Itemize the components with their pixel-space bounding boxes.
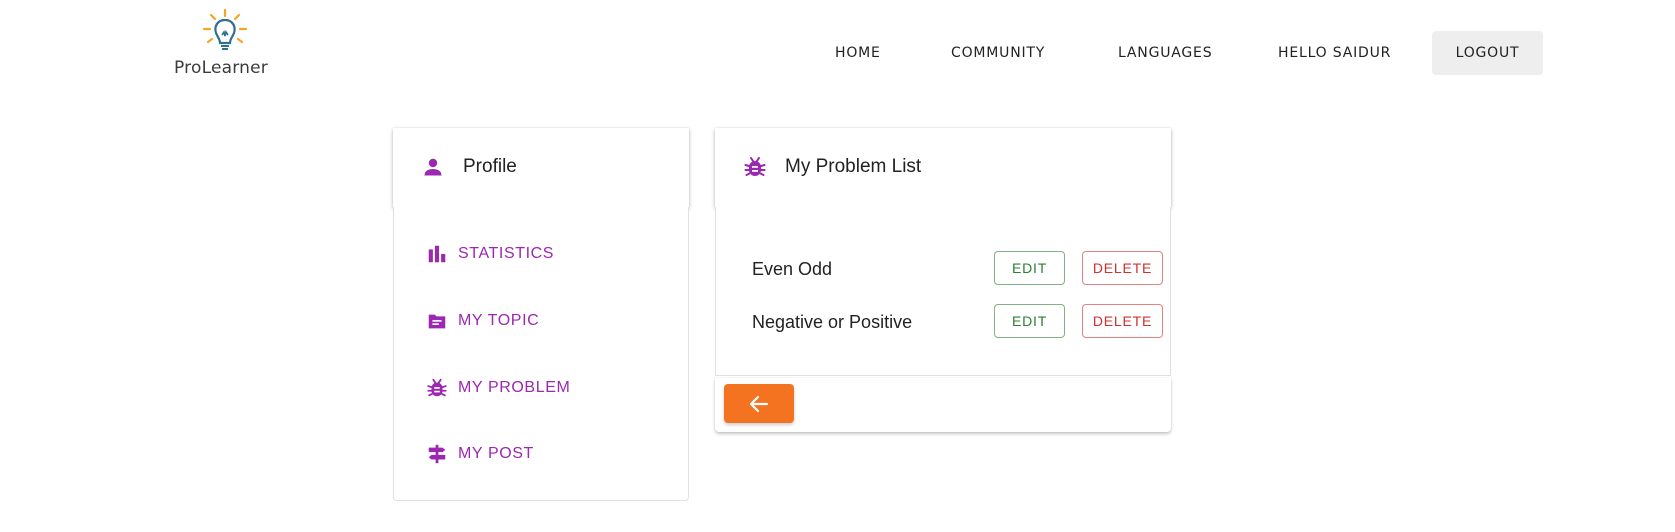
delete-button[interactable]: DELETE (1082, 251, 1163, 285)
problem-name: Even Odd (752, 259, 833, 279)
list-item: Even Odd EDIT DELETE (752, 251, 1172, 287)
nav-home[interactable]: HOME (835, 31, 881, 75)
bug-icon (427, 378, 447, 397)
edit-button[interactable]: EDIT (994, 304, 1065, 338)
back-button[interactable] (724, 384, 794, 423)
logout-button[interactable]: LOGOUT (1432, 31, 1543, 75)
top-nav: HOME COMMUNITY LANGUAGES HELLO SAIDUR LO… (0, 31, 1675, 75)
menu-item-statistics[interactable]: STATISTICS (426, 241, 554, 267)
signpost-icon (428, 444, 446, 464)
arrow-left-icon (749, 395, 769, 413)
problem-name: Negative or Positive (752, 312, 913, 332)
profile-card-header: Profile (393, 128, 689, 207)
delete-button[interactable]: DELETE (1082, 304, 1163, 338)
list-item: Negative or Positive EDIT DELETE (752, 304, 1172, 340)
profile-title: Profile (463, 156, 517, 177)
menu-item-my-post[interactable]: MY POST (426, 441, 534, 467)
menu-item-label: STATISTICS (458, 245, 555, 262)
menu-item-label: MY TOPIC (458, 312, 540, 329)
bug-icon (744, 157, 766, 176)
problem-list-title: My Problem List (785, 156, 922, 177)
bar-chart-icon (428, 245, 446, 263)
menu-item-label: MY POST (458, 445, 534, 462)
problem-list: Even Odd EDIT DELETE Negative or Positiv… (715, 207, 1171, 376)
nav-languages[interactable]: LANGUAGES (1118, 31, 1212, 75)
menu-item-my-problem[interactable]: MY PROBLEM (426, 375, 570, 401)
menu-item-label: MY PROBLEM (458, 379, 571, 396)
menu-item-my-topic[interactable]: MY TOPIC (426, 308, 539, 334)
problem-list-footer (715, 378, 1171, 432)
problem-list-header: My Problem List (715, 128, 1171, 207)
folder-icon (428, 314, 446, 329)
profile-menu: STATISTICS MY TOPIC MY PROBLEM MY POST (393, 207, 689, 501)
edit-button[interactable]: EDIT (994, 251, 1065, 285)
person-icon (424, 158, 442, 176)
nav-community[interactable]: COMMUNITY (951, 31, 1045, 75)
nav-user-greeting[interactable]: HELLO SAIDUR (1278, 31, 1391, 75)
